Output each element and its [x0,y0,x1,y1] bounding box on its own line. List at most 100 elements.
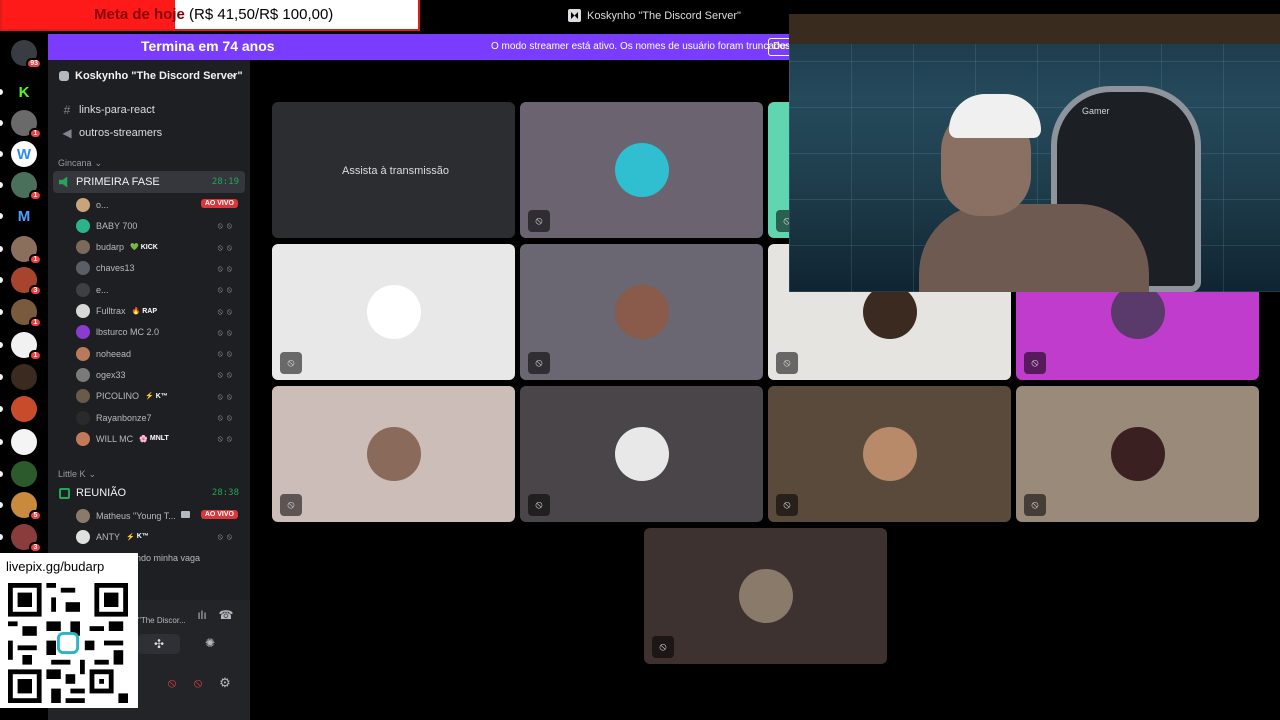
server-button[interactable]: 3 [11,267,42,296]
username: budarp [96,242,125,253]
avatar [76,282,90,297]
server-avatar [11,396,37,422]
avatar [76,218,90,233]
headphones-muted-icon[interactable]: ⦸ [190,675,206,691]
participant-tile[interactable]: ⦸ [272,386,515,522]
participant-tile[interactable]: ⦸ [520,244,763,380]
voice-user[interactable]: ogex33 ⦸⦸ [76,364,242,385]
server-button[interactable] [11,396,37,422]
participant-tile[interactable]: ⦸ [1016,386,1259,522]
voice-channel-reuniao[interactable]: REUNIÃO 28:38 [53,482,245,504]
server-avatar [11,364,37,390]
username: ogex33 [96,369,126,380]
server-button[interactable]: 93 [11,40,42,69]
channel-outros-streamers[interactable]: ◀ outros-streamers [53,122,245,144]
watch-stream-button[interactable]: Assista à transmissão [332,157,459,185]
noise-suppression-icon[interactable]: ılı [192,608,212,626]
hash-icon: # [63,103,71,117]
mic-muted-icon: ⦸ [652,636,674,658]
server-header[interactable]: Koskynho "The Discord Server" ⌄ [48,60,250,92]
voice-user[interactable]: WILL MC 🌸 MNLT ⦸⦸ [76,428,242,449]
voice-user[interactable]: lbsturco MC 2.0 ⦸⦸ [76,322,242,343]
avatar [76,304,90,318]
settings-gear-icon[interactable]: ⚙ [217,675,233,691]
server-button[interactable]: 1 [11,172,42,201]
avatar [76,529,90,544]
webcam-feed: Gamer [789,14,1280,292]
tag-text: MNLT [149,435,169,443]
donation-goal-overlay: Meta de hoje (R$ 41,50/R$ 100,00) [0,0,420,31]
server-button[interactable] [11,461,37,487]
speaker-icon [59,176,68,188]
voice-channel-timer: 28:19 [211,177,239,187]
server-button[interactable]: W [11,141,37,167]
voice-user[interactable]: Rayanbonze7 ⦸⦸ [76,407,242,428]
server-avatar: W [16,145,32,163]
disconnect-icon[interactable]: ☎ [216,608,236,626]
unread-indicator [0,182,3,188]
tag-text: RAP [142,307,158,315]
voice-user[interactable]: PICOLINO ⚡ K™ ⦸⦸ [76,386,242,407]
muted-icons: ⦸⦸ [217,306,236,316]
participant-tile[interactable]: ⦸ [768,386,1011,522]
voice-user[interactable]: budarp 💚 KICK ⦸⦸ [76,237,242,258]
streamer [919,94,1149,292]
voice-user[interactable]: Matheus "Young T... AO VIVO [76,505,242,526]
category-little-k[interactable]: Little K ⌄ [58,469,96,480]
server-button[interactable]: 1 [11,299,42,328]
server-button[interactable]: M [11,203,37,229]
voice-channel-primeira-fase[interactable]: PRIMEIRA FASE 28:19 [53,171,245,193]
server-button[interactable]: 5 [11,492,42,521]
server-button[interactable] [11,429,37,455]
muted-icons: ⦸⦸ [217,263,236,273]
tag-emoji: ⚡ [126,533,135,541]
avatar [76,508,90,523]
username: o... [96,199,109,210]
unread-badge: 93 [26,58,42,69]
muted-icons: ⦸⦸ [217,349,236,359]
user-tag: 💚 KICK [130,243,158,252]
category-gincana[interactable]: Gincana ⌄ [58,158,102,169]
server-button[interactable]: 1 [11,236,42,265]
participant-tile[interactable]: ⦸ [272,244,515,380]
category-label: Gincana [58,158,92,168]
mic-muted-icon: ⦸ [776,494,798,516]
voice-user[interactable]: BABY 700 ⦸⦸ [76,215,242,236]
activities-button[interactable]: ✣ [138,634,180,654]
participant-avatar [366,427,421,481]
unread-badge: 3 [29,285,42,296]
unread-indicator [0,534,3,540]
channel-links-para-react[interactable]: # links-para-react [53,99,245,121]
participant-tile[interactable]: ⦸ [520,102,763,238]
unread-indicator [0,471,3,477]
voice-user[interactable]: Fulltrax 🔥 RAP ⦸⦸ [76,301,242,322]
goal-amount: (R$ 41,50/R$ 100,00) [189,6,334,23]
mic-muted-icon[interactable]: ⦸ [164,675,180,691]
username: BABY 700 [96,220,138,231]
mic-muted-icon: ⦸ [776,352,798,374]
server-button[interactable]: 1 [11,110,42,139]
unread-indicator [0,502,3,508]
voice-user[interactable]: noheead ⦸⦸ [76,343,242,364]
voice-user[interactable]: ANTY ⚡ K™ ⦸⦸ [76,526,242,547]
tag-emoji: 🌸 [139,435,148,443]
lock-icon [59,487,70,499]
participant-tile[interactable]: Assista à transmissão [272,102,515,238]
voice-user[interactable]: chaves13 ⦸⦸ [76,258,242,279]
server-button[interactable]: K [11,79,37,105]
muted-icons: ⦸⦸ [217,391,236,401]
participant-tile[interactable]: ⦸ [520,386,763,522]
server-button[interactable] [11,364,37,390]
mic-muted-icon: ⦸ [528,352,550,374]
tag-text: KICK [140,243,158,251]
participant-avatar [1110,427,1165,481]
chevron-down-icon: ⌄ [94,158,103,168]
avatar [76,240,90,255]
voice-user[interactable]: e... ⦸⦸ [76,279,242,300]
voice-user[interactable]: o... AO VIVO [76,194,242,215]
participant-tile[interactable]: ⦸ [644,528,887,664]
unread-indicator [0,89,3,95]
server-button[interactable]: 3 [11,524,42,553]
soundboard-icon[interactable]: ✺ [200,636,220,654]
server-button[interactable]: 1 [11,332,42,361]
